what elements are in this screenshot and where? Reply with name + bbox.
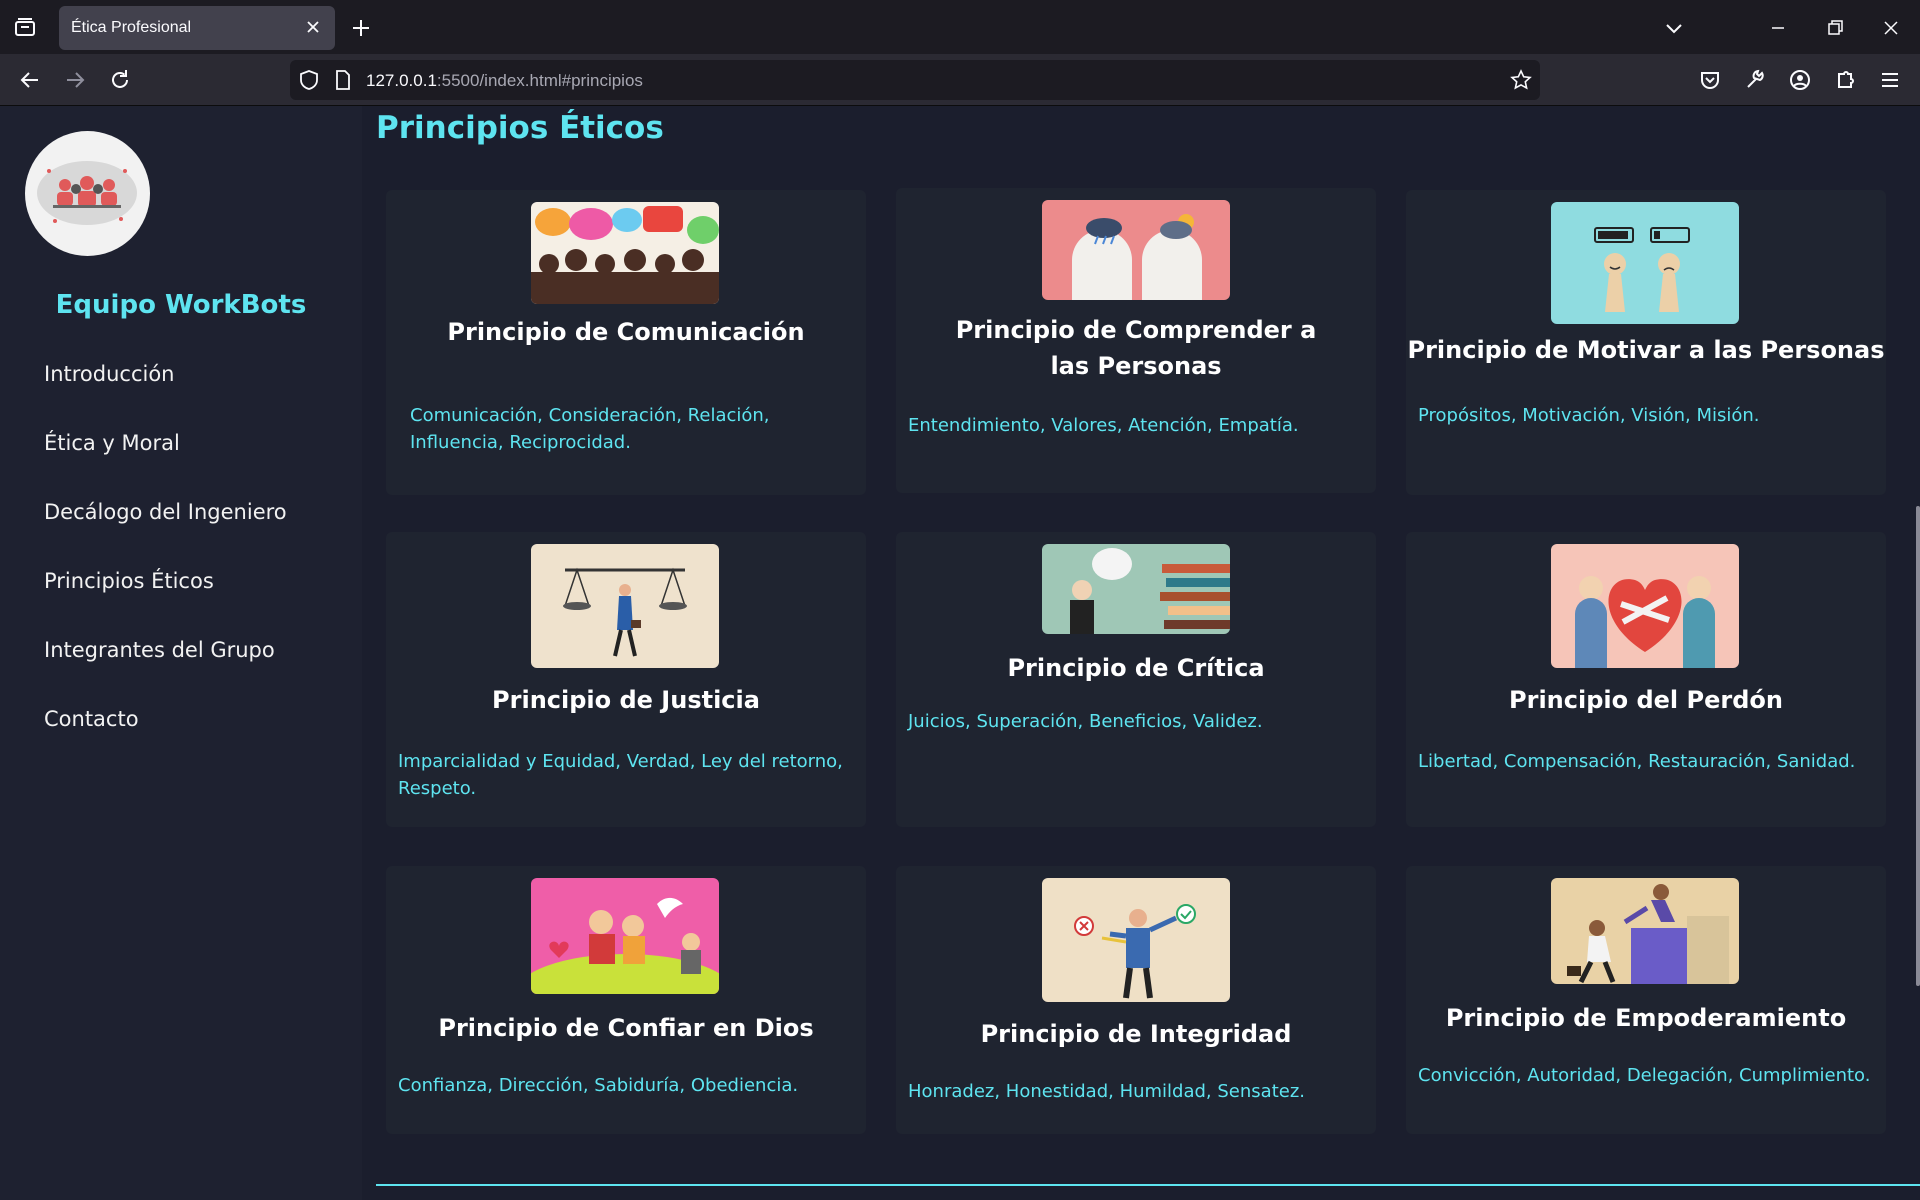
justice-image — [531, 544, 719, 668]
minimize-icon[interactable] — [1764, 14, 1792, 42]
principle-card: Principio de Confiar en Dios Confianza, … — [386, 866, 866, 1134]
card-title: Principio de Comunicación — [447, 318, 805, 346]
url-host: 127.0.0.1 — [366, 71, 437, 90]
restore-icon[interactable] — [1821, 14, 1849, 42]
sidebar-item-introduccion[interactable]: Introducción — [44, 362, 287, 431]
principle-card: Principio de Comunicación Comunicación, … — [386, 190, 866, 495]
browser-tabbar: Ética Profesional — [0, 0, 1920, 54]
page-icon[interactable] — [332, 69, 354, 91]
pocket-icon[interactable] — [1696, 66, 1724, 94]
chevron-down-icon[interactable] — [1660, 14, 1688, 42]
team-name: Equipo WorkBots — [55, 290, 307, 320]
bookmark-star-icon[interactable] — [1510, 69, 1532, 91]
section-title: Principios Éticos — [376, 110, 664, 146]
sidebar: Equipo WorkBots Introducción Ética y Mor… — [0, 106, 362, 1200]
tab-list-icon[interactable] — [12, 15, 38, 41]
wrench-icon[interactable] — [1741, 66, 1769, 94]
card-title: Principio de Comprender a las Personas — [955, 316, 1317, 380]
forgiveness-image — [1551, 544, 1739, 668]
principle-card: Principio de Empoderamiento Convicción, … — [1406, 866, 1886, 1134]
menu-icon[interactable] — [1876, 66, 1904, 94]
tab-title: Ética Profesional — [71, 19, 192, 36]
card-description: Imparcialidad y Equidad, Verdad, Ley del… — [398, 751, 843, 799]
account-icon[interactable] — [1786, 66, 1814, 94]
close-window-icon[interactable] — [1877, 14, 1905, 42]
principle-card: Principio de Crítica Juicios, Superación… — [896, 532, 1376, 827]
principle-card: Principio de Justicia Imparcialidad y Eq… — [386, 532, 866, 827]
url-text: 127.0.0.1:5500/index.html#principios — [366, 71, 643, 91]
principle-card: Principio del Perdón Libertad, Compensac… — [1406, 532, 1886, 827]
sidebar-item-contacto[interactable]: Contacto — [44, 707, 287, 776]
card-title: Principio de Confiar en Dios — [438, 1014, 814, 1042]
sidebar-item-etica-moral[interactable]: Ética y Moral — [44, 431, 287, 500]
card-description: Entendimiento, Valores, Atención, Empatí… — [908, 415, 1299, 436]
card-title: Principio de Motivar a las Personas — [1407, 336, 1885, 364]
card-title: Principio de Crítica — [1007, 654, 1265, 682]
trust-god-image — [531, 878, 719, 994]
url-path: :5500/index.html#principios — [436, 71, 643, 90]
principle-card: Principio de Comprender a las Personas E… — [896, 188, 1376, 493]
back-icon[interactable] — [16, 66, 44, 94]
shield-icon[interactable] — [298, 69, 320, 91]
url-bar[interactable]: 127.0.0.1:5500/index.html#principios — [290, 60, 1540, 100]
sidebar-item-integrantes[interactable]: Integrantes del Grupo — [44, 638, 287, 707]
card-description: Libertad, Compensación, Restauración, Sa… — [1418, 751, 1856, 772]
card-description: Juicios, Superación, Beneficios, Validez… — [908, 711, 1263, 732]
criticism-image — [1042, 544, 1230, 634]
card-description: Propósitos, Motivación, Visión, Misión. — [1418, 405, 1760, 426]
scrollbar[interactable] — [1916, 506, 1920, 986]
card-title: Principio de Integridad — [980, 1020, 1292, 1048]
card-description: Honradez, Honestidad, Humildad, Sensatez… — [908, 1081, 1305, 1102]
new-tab-icon[interactable] — [348, 15, 374, 41]
principle-card: Principio de Integridad Honradez, Honest… — [896, 866, 1376, 1134]
browser-tab[interactable]: Ética Profesional — [59, 6, 335, 50]
sidebar-item-decalogo[interactable]: Decálogo del Ingeniero — [44, 500, 287, 569]
integrity-image — [1042, 878, 1230, 1002]
sidebar-item-principios[interactable]: Principios Éticos — [44, 569, 287, 638]
card-title: Principio del Perdón — [1509, 686, 1783, 714]
close-icon[interactable] — [303, 17, 323, 37]
section-divider — [376, 1184, 1920, 1186]
card-description: Confianza, Dirección, Sabiduría, Obedien… — [398, 1075, 799, 1096]
main-content: Principios Éticos Principio de Comunicac… — [362, 106, 1920, 1200]
card-description: Convicción, Autoridad, Delegación, Cumpl… — [1418, 1065, 1871, 1086]
card-title: Principio de Empoderamiento — [1445, 1004, 1847, 1032]
extensions-icon[interactable] — [1831, 66, 1859, 94]
forward-icon[interactable] — [61, 66, 89, 94]
browser-navbar: 127.0.0.1:5500/index.html#principios — [0, 54, 1920, 106]
card-description: Comunicación, Consideración, Relación, I… — [410, 405, 770, 453]
empowerment-image — [1551, 878, 1739, 984]
team-logo — [25, 131, 150, 256]
card-title: Principio de Justicia — [492, 686, 760, 714]
principle-card: Principio de Motivar a las Personas Prop… — [1406, 190, 1886, 495]
understanding-image — [1042, 200, 1230, 300]
reload-icon[interactable] — [106, 66, 134, 94]
motivation-image — [1551, 202, 1739, 324]
communication-image — [531, 202, 719, 304]
page: Equipo WorkBots Introducción Ética y Mor… — [0, 106, 1920, 1200]
sidebar-menu: Introducción Ética y Moral Decálogo del … — [44, 362, 287, 776]
